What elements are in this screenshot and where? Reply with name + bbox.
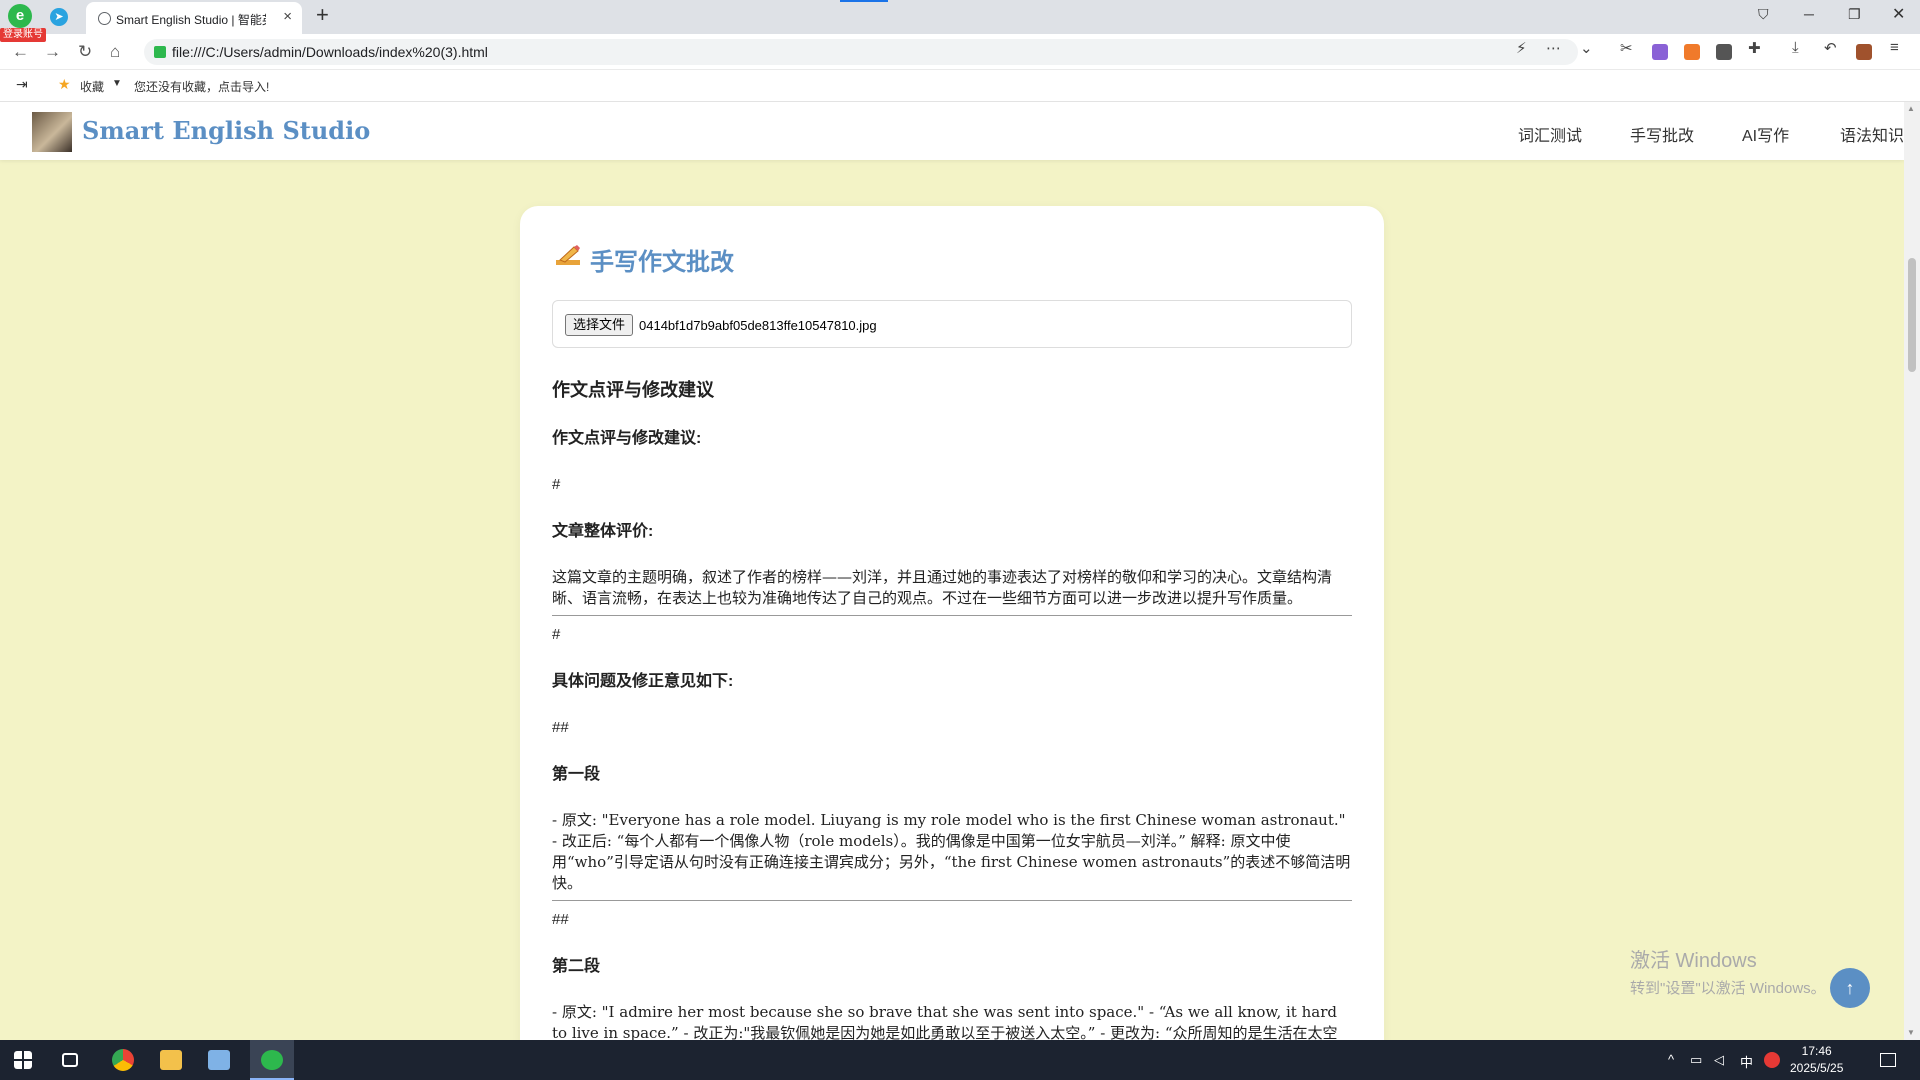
overall-text: 这篇文章的主题明确，叙述了作者的榜样——刘洋，并且通过她的事迹表达了对榜样的敬仰…	[552, 568, 1333, 607]
review-card: 手写作文批改 选择文件 0414bf1d7b9abf05de813ffe1054…	[520, 206, 1384, 1040]
divider	[552, 615, 1352, 616]
card-title-text: 手写作文批改	[590, 249, 734, 276]
taskbar-browser-active[interactable]	[250, 1040, 294, 1080]
url-text: file:///C:/Users/admin/Downloads/index%2…	[172, 44, 488, 60]
forward-icon[interactable]: →	[44, 42, 61, 62]
site-header: Smart English Studio 词汇测试 手写批改 AI写作 语法知识	[0, 102, 1904, 160]
restore-button[interactable]: ❐	[1848, 6, 1861, 23]
choose-file-button[interactable]: 选择文件	[565, 314, 634, 336]
file-name: 0414bf1d7b9abf05de813ffe10547810.jpg	[639, 318, 877, 333]
hash-marker: #	[552, 476, 561, 493]
close-tab-icon[interactable]: ×	[283, 8, 292, 25]
site-title[interactable]: Smart English Studio	[82, 116, 370, 145]
divider	[552, 900, 1352, 901]
game-icon[interactable]	[1684, 44, 1700, 60]
file-explorer-icon[interactable]	[160, 1050, 182, 1070]
notepad-icon[interactable]	[208, 1050, 230, 1070]
back-icon[interactable]: ←	[12, 42, 29, 62]
lightning-icon[interactable]: ⚡	[1516, 39, 1527, 57]
issues-label: 具体问题及修正意见如下:	[552, 673, 734, 690]
nav-vocab-test[interactable]: 词汇测试	[1518, 122, 1582, 146]
nav-grammar[interactable]: 语法知识	[1840, 122, 1904, 146]
overall-label: 文章整体评价:	[552, 523, 654, 540]
bookmarks-bar: ⇥ ★ 收藏 ▼ 您还没有收藏，点击导入!	[0, 70, 1920, 102]
review-result: 作文点评与修改建议 作文点评与修改建议: # 文章整体评价: 这篇文章的主题明确…	[552, 376, 1352, 1040]
watermark-line1: 激活 Windows	[1630, 950, 1757, 972]
bookmarks-import-hint[interactable]: 您还没有收藏，点击导入!	[134, 78, 269, 95]
tab-strip: e 登录账号 ➤ Smart English Studio | 智能英语 × +…	[0, 0, 1920, 42]
new-tab-button[interactable]: +	[316, 2, 329, 28]
back-to-top-button[interactable]: ↑	[1830, 968, 1870, 1008]
download-icon[interactable]: ⤓	[1792, 39, 1799, 56]
para1-label: 第一段	[552, 766, 601, 783]
home-icon[interactable]: ⌂	[110, 42, 120, 62]
result-subheading: 作文点评与修改建议:	[552, 430, 702, 447]
puzzle-icon[interactable]: ✚	[1748, 39, 1761, 57]
bookmarks-label[interactable]: 收藏	[80, 78, 104, 95]
extension-purple-icon[interactable]	[1652, 44, 1668, 60]
sidebar-toggle-icon[interactable]: ⇥	[16, 76, 28, 93]
taskbar: ^ ▭ ◁ 中 17:46 2025/5/25	[0, 1040, 1920, 1080]
scrollbar-thumb[interactable]	[1908, 258, 1916, 372]
minimize-button[interactable]: ─	[1804, 6, 1814, 22]
address-bar: ← → ↻ ⌂ file:///C:/Users/admin/Downloads…	[0, 34, 1920, 70]
tray-chevron-icon[interactable]: ^	[1668, 1052, 1674, 1067]
para1-text: - 原文: "Everyone has a role model. Liuyan…	[552, 811, 1351, 892]
para2-text: - 原文: "I admire her most because she so …	[552, 1003, 1338, 1040]
notification-icon[interactable]	[1880, 1053, 1896, 1067]
site-logo[interactable]	[32, 112, 72, 152]
scroll-down-icon[interactable]: ▼	[1907, 1028, 1915, 1037]
result-heading: 作文点评与修改建议	[552, 380, 714, 400]
pin-window-icon[interactable]: ⛉	[1758, 6, 1769, 23]
system-clock[interactable]: 17:46 2025/5/25	[1790, 1043, 1843, 1077]
scissors-icon[interactable]: ✂	[1620, 39, 1633, 57]
ime-indicator[interactable]: 中	[1740, 1052, 1753, 1071]
reload-icon[interactable]: ↻	[78, 42, 92, 62]
globe-icon	[98, 12, 111, 25]
watermark-line2: 转到"设置"以激活 Windows。	[1630, 980, 1826, 997]
sogou-icon[interactable]	[1764, 1052, 1780, 1068]
more-icon[interactable]: ⋯	[1546, 39, 1561, 57]
login-badge[interactable]: 登录账号	[0, 28, 46, 42]
tab-strip-indicator	[840, 0, 888, 2]
chrome-icon[interactable]	[112, 1049, 134, 1071]
windows-start-icon[interactable]	[14, 1051, 32, 1069]
page-viewport: Smart English Studio 词汇测试 手写批改 AI写作 语法知识…	[0, 102, 1920, 1040]
url-field[interactable]: file:///C:/Users/admin/Downloads/index%2…	[144, 39, 1578, 65]
hash-marker: #	[552, 626, 561, 643]
scroll-up-icon[interactable]: ▲	[1907, 104, 1915, 113]
vertical-scrollbar[interactable]: ▲ ▼	[1904, 102, 1920, 1040]
clock-time: 17:46	[1801, 1044, 1832, 1058]
browser-logo-icon[interactable]: e	[8, 4, 32, 28]
close-window-button[interactable]: ✕	[1892, 4, 1905, 24]
para2-label: 第二段	[552, 958, 601, 975]
nav-handwriting-review[interactable]: 手写批改	[1630, 122, 1694, 146]
tab-active[interactable]: Smart English Studio | 智能英语 ×	[86, 2, 302, 34]
volume-muted-icon[interactable]: ◁	[1714, 1052, 1724, 1068]
task-view-icon[interactable]	[62, 1053, 78, 1067]
clock-date: 2025/5/25	[1790, 1061, 1844, 1075]
chevron-down-icon[interactable]: ▼	[112, 78, 122, 89]
briefcase-icon[interactable]	[1856, 44, 1872, 60]
file-upload[interactable]: 选择文件 0414bf1d7b9abf05de813ffe10547810.jp…	[552, 300, 1352, 348]
dropdown-icon[interactable]: ⌄	[1580, 39, 1593, 57]
secure-icon	[154, 46, 166, 58]
windows-activation-watermark: 激活 Windows 转到"设置"以激活 Windows。	[1630, 944, 1826, 998]
nav-ai-writing[interactable]: AI写作	[1742, 122, 1789, 146]
card-title: 手写作文批改	[552, 242, 734, 277]
tab-title: Smart English Studio | 智能英语	[116, 13, 266, 27]
screen-icon[interactable]	[1716, 44, 1732, 60]
undo-icon[interactable]: ↶	[1824, 39, 1837, 57]
hash-marker: ##	[552, 911, 569, 928]
telegram-icon[interactable]: ➤	[50, 8, 68, 26]
menu-icon[interactable]: ≡	[1890, 39, 1899, 56]
star-icon[interactable]: ★	[58, 76, 71, 93]
hash-marker: ##	[552, 719, 569, 736]
browser-taskbar-icon	[261, 1050, 283, 1070]
network-icon[interactable]: ▭	[1690, 1052, 1702, 1068]
